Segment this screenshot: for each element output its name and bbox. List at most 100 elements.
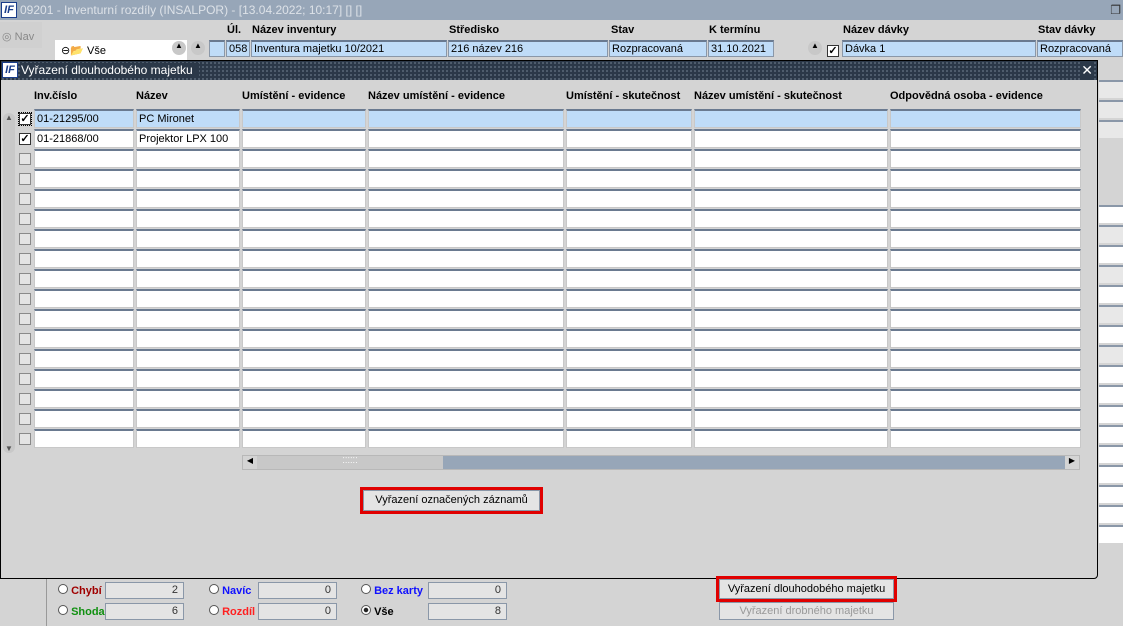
table-cell[interactable]: [566, 129, 692, 148]
table-cell[interactable]: [34, 249, 134, 268]
filter-option[interactable]: Shoda: [58, 605, 105, 618]
table-cell[interactable]: [368, 429, 564, 448]
table-cell[interactable]: [368, 109, 564, 128]
table-cell[interactable]: [694, 369, 888, 388]
table-cell[interactable]: [34, 229, 134, 248]
table-cell[interactable]: [368, 209, 564, 228]
table-cell[interactable]: [694, 249, 888, 268]
table-cell[interactable]: [136, 189, 240, 208]
table-cell[interactable]: [890, 409, 1081, 428]
table-cell[interactable]: [136, 249, 240, 268]
table-cell[interactable]: [694, 109, 888, 128]
table-cell[interactable]: [566, 189, 692, 208]
scroll-down-icon[interactable]: ▼: [3, 444, 15, 453]
row-checkbox[interactable]: [19, 413, 31, 425]
table-cell[interactable]: [694, 329, 888, 348]
table-cell[interactable]: [890, 109, 1081, 128]
table-cell[interactable]: [136, 409, 240, 428]
row-checkbox[interactable]: [19, 173, 31, 185]
table-cell[interactable]: [890, 269, 1081, 288]
table-cell[interactable]: [368, 389, 564, 408]
table-cell[interactable]: [242, 249, 366, 268]
table-cell[interactable]: [368, 329, 564, 348]
table-cell[interactable]: [242, 409, 366, 428]
batch-stav[interactable]: Rozpracovaná: [1037, 40, 1123, 57]
scroll-up-icon[interactable]: ▲: [191, 41, 205, 55]
table-cell[interactable]: [34, 369, 134, 388]
table-cell[interactable]: [566, 149, 692, 168]
table-cell[interactable]: [242, 149, 366, 168]
table-cell[interactable]: [890, 149, 1081, 168]
table-cell[interactable]: [368, 409, 564, 428]
table-cell[interactable]: [566, 349, 692, 368]
table-cell[interactable]: [34, 209, 134, 228]
table-cell[interactable]: [694, 229, 888, 248]
table-cell[interactable]: [694, 409, 888, 428]
table-cell[interactable]: [136, 369, 240, 388]
table-cell[interactable]: [890, 229, 1081, 248]
inventory-stav[interactable]: Rozpracovaná: [609, 40, 707, 57]
table-cell[interactable]: [242, 209, 366, 228]
table-cell[interactable]: [34, 329, 134, 348]
remove-marked-records-button[interactable]: Vyřazení označených záznamů: [363, 490, 540, 511]
table-cell[interactable]: [890, 369, 1081, 388]
row-checkbox[interactable]: [19, 393, 31, 405]
table-cell[interactable]: [890, 209, 1081, 228]
table-cell[interactable]: [368, 249, 564, 268]
table-cell[interactable]: [694, 309, 888, 328]
table-cell[interactable]: [136, 209, 240, 228]
table-cell[interactable]: [566, 209, 692, 228]
radio-button[interactable]: [58, 584, 68, 594]
scroll-up-icon[interactable]: ▲: [172, 41, 186, 55]
table-cell[interactable]: [566, 249, 692, 268]
table-cell[interactable]: [694, 289, 888, 308]
table-cell[interactable]: [242, 229, 366, 248]
table-cell[interactable]: [242, 329, 366, 348]
table-cell[interactable]: [136, 169, 240, 188]
table-cell[interactable]: [242, 369, 366, 388]
table-cell[interactable]: [242, 389, 366, 408]
table-cell[interactable]: [34, 409, 134, 428]
row-checkbox[interactable]: [19, 333, 31, 345]
table-cell[interactable]: [136, 309, 240, 328]
table-cell[interactable]: [566, 389, 692, 408]
table-cell[interactable]: [890, 169, 1081, 188]
table-cell[interactable]: [34, 289, 134, 308]
table-cell[interactable]: [34, 169, 134, 188]
table-cell[interactable]: [694, 129, 888, 148]
table-cell[interactable]: [890, 329, 1081, 348]
table-cell[interactable]: [136, 429, 240, 448]
filter-option[interactable]: Chybí: [58, 584, 102, 597]
tree-item-root[interactable]: ⊖📂 Vše: [55, 40, 187, 60]
table-cell[interactable]: [890, 389, 1081, 408]
row-checkbox[interactable]: [19, 373, 31, 385]
table-cell[interactable]: [368, 349, 564, 368]
table-cell[interactable]: [242, 429, 366, 448]
table-cell[interactable]: [242, 109, 366, 128]
table-cell[interactable]: [566, 409, 692, 428]
row-checkbox[interactable]: [19, 193, 31, 205]
small-assets-button[interactable]: Vyřazení drobného majetku: [719, 602, 894, 620]
table-cell[interactable]: [694, 169, 888, 188]
table-cell[interactable]: [136, 349, 240, 368]
scroll-up-icon[interactable]: ▲: [808, 41, 822, 55]
table-cell[interactable]: [368, 149, 564, 168]
scrollbar-thumb[interactable]: ⁚⁚⁚⁚⁚⁚: [257, 456, 443, 469]
scroll-up-icon[interactable]: ▲: [3, 113, 15, 122]
table-cell[interactable]: 01-21868/00: [34, 129, 134, 148]
table-cell[interactable]: [136, 329, 240, 348]
table-cell[interactable]: [566, 169, 692, 188]
filter-option[interactable]: Rozdíl: [209, 605, 255, 618]
table-cell[interactable]: [890, 309, 1081, 328]
table-cell[interactable]: [694, 209, 888, 228]
table-cell[interactable]: [34, 149, 134, 168]
table-cell[interactable]: [694, 149, 888, 168]
row-checkbox[interactable]: [19, 313, 31, 325]
table-cell[interactable]: [890, 349, 1081, 368]
table-cell[interactable]: [890, 189, 1081, 208]
row-checkbox[interactable]: [19, 253, 31, 265]
table-cell[interactable]: [368, 189, 564, 208]
table-cell[interactable]: [242, 289, 366, 308]
table-cell[interactable]: [34, 189, 134, 208]
table-cell[interactable]: [694, 189, 888, 208]
